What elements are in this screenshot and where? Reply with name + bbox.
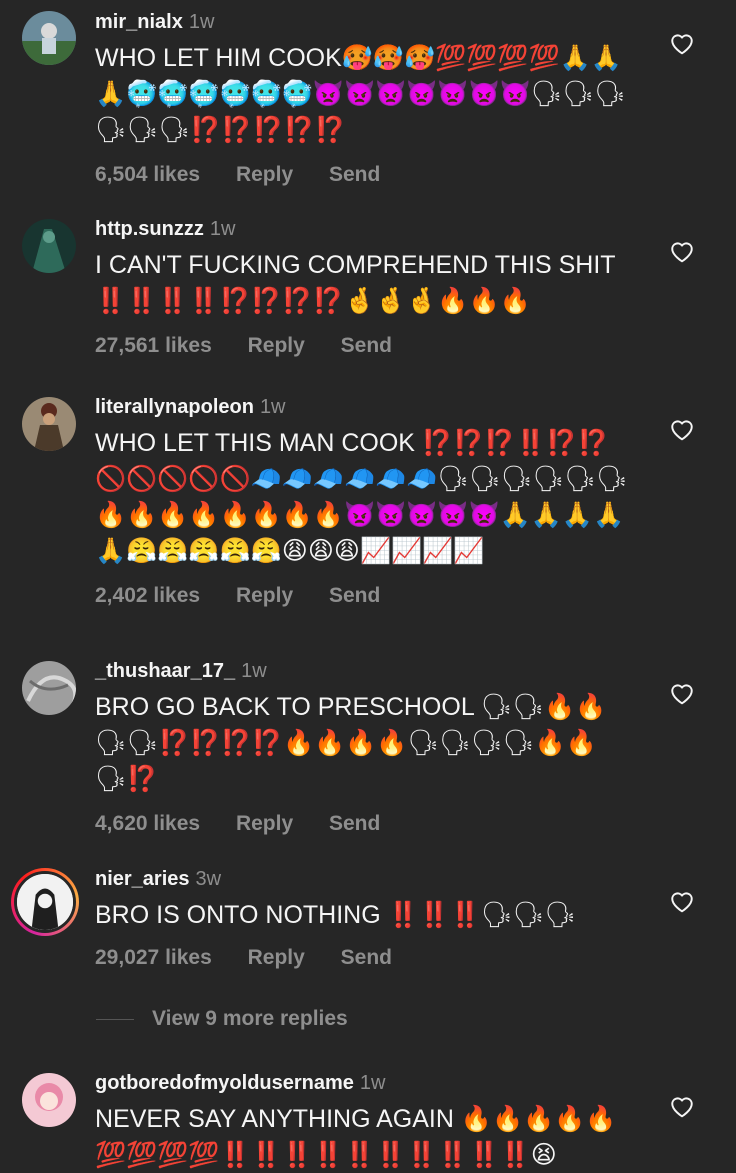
comment-username[interactable]: mir_nialx [95,11,183,33]
comment-username[interactable]: http.sunzzz [95,218,204,240]
comment-actions: 4,620 likes Reply Send [95,811,635,837]
reply-button[interactable]: Reply [236,163,293,186]
comment-text: WHO LET THIS MAN COOK ⁉️⁉️⁉️‼️⁉️⁉️🚫🚫🚫🚫🚫🧢… [95,429,628,565]
send-button[interactable]: Send [329,163,380,186]
comment-time: 1w [188,11,215,33]
like-heart-icon[interactable] [669,889,695,913]
avatar[interactable] [22,11,76,65]
comment-username[interactable]: _thushaar_17_ [95,660,235,682]
like-heart-icon[interactable] [669,681,695,705]
avatar[interactable] [22,661,76,715]
reply-button[interactable]: Reply [236,584,293,607]
comment-time: 1w [241,660,267,682]
comment-username[interactable]: gotboredofmyoldusername [95,1072,354,1094]
comment-text: BRO GO BACK TO PRESCHOOL 🗣🗣🔥🔥🗣🗣⁉️⁉️⁉️⁉️🔥… [95,693,607,793]
reply-button[interactable]: Reply [236,812,293,835]
like-count[interactable]: 4,620 likes [95,812,200,835]
comment-time: 1w [209,218,236,240]
view-more-replies-label: View 9 more replies [152,1007,348,1030]
divider [96,1018,134,1020]
comment-meta: http.sunzzz 1w [95,217,635,241]
like-count[interactable]: 29,027 likes [95,946,212,969]
avatar[interactable] [22,397,76,451]
comment-actions: 2,402 likes Reply Send [95,583,635,609]
avatar[interactable] [22,219,76,273]
comment-meta: mir_nialx 1w [95,10,635,34]
comment-username[interactable]: literallynapoleon [95,396,254,418]
comment-text: NEVER SAY ANYTHING AGAIN 🔥🔥🔥🔥🔥💯💯💯💯‼️‼️‼️… [95,1105,617,1169]
send-button[interactable]: Send [341,946,392,969]
comment-username[interactable]: nier_aries [95,868,190,890]
send-button[interactable]: Send [329,584,380,607]
comment-meta: _thushaar_17_ 1w [95,659,635,683]
like-count[interactable]: 27,561 likes [95,334,212,357]
comment-time: 3w [195,868,222,890]
avatar-story-ring[interactable] [11,868,79,936]
reply-button[interactable]: Reply [248,334,305,357]
comment-actions: 27,561 likes Reply Send [95,333,635,359]
like-count[interactable]: 2,402 likes [95,584,200,607]
comment-text: WHO LET HIM COOK🥵🥵🥵💯💯💯💯🙏🙏🙏🥶🥶🥶🥶🥶🥶👿👿👿👿👿👿👿🗣… [95,44,627,144]
reply-button[interactable]: Reply [248,946,305,969]
comment-meta: literallynapoleon 1w [95,395,635,419]
comment-meta: gotboredofmyoldusername 1w [95,1071,635,1095]
comment-actions: 29,027 likes Reply Send [95,945,635,971]
comment-time: 1w [359,1072,386,1094]
comment-actions: 6,504 likes Reply Send [95,162,635,188]
like-heart-icon[interactable] [669,239,695,263]
send-button[interactable]: Send [341,334,392,357]
send-button[interactable]: Send [329,812,380,835]
like-count[interactable]: 6,504 likes [95,163,200,186]
avatar[interactable] [22,1073,76,1127]
comment-text: BRO IS ONTO NOTHING ‼️‼️‼️🗣🗣🗣 [95,901,577,929]
avatar [14,871,76,933]
like-heart-icon[interactable] [669,417,695,441]
view-more-replies[interactable]: View 9 more replies [96,1007,348,1035]
comment-meta: nier_aries 3w [95,867,635,891]
comment-time: 1w [259,396,286,418]
like-heart-icon[interactable] [669,31,695,55]
like-heart-icon[interactable] [669,1094,695,1118]
comment-text: I CAN'T FUCKING COMPREHEND THIS SHIT ‼️‼… [95,251,616,315]
